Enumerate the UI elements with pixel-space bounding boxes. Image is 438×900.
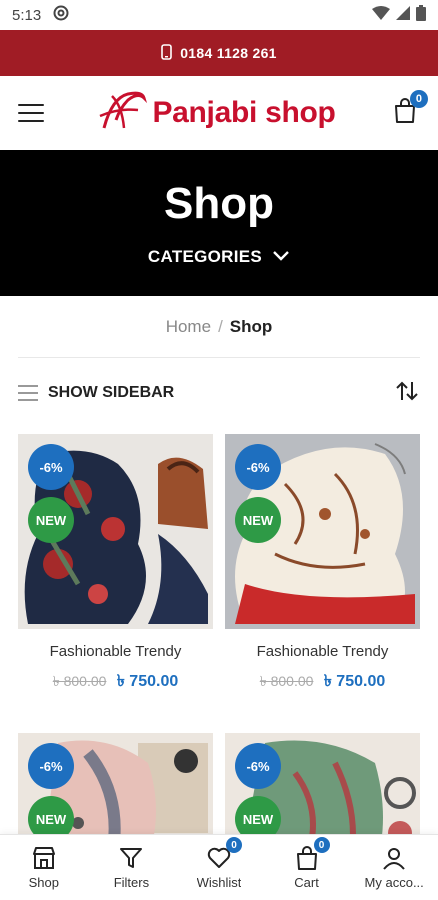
heart-icon: 0 [206,837,242,871]
sale-badge: -6% [28,444,74,490]
product-image[interactable]: -6% NEW [18,434,213,629]
nav-wishlist-label: Wishlist [196,875,242,890]
categories-dropdown[interactable]: CATEGORIES [148,247,290,267]
nav-cart-count-badge: 0 [313,837,330,853]
sale-badge: -6% [28,743,74,789]
breadcrumb-separator: / [218,316,223,336]
show-sidebar-label: SHOW SIDEBAR [48,384,175,401]
menu-icon[interactable] [18,104,44,122]
categories-label: CATEGORIES [147,247,263,266]
chevron-down-icon [272,247,290,267]
nav-filters-label: Filters [113,875,150,890]
shop-toolbar: SHOW SIDEBAR [0,358,438,428]
wishlist-count-badge: 0 [225,837,242,853]
phone-number[interactable]: 0184 1128 261 [180,45,277,61]
breadcrumb-current: Shop [229,316,273,336]
product-grid: -6% NEW Fashionable Trendy ৳ 800.00 ৳ 75… [0,428,438,900]
new-badge: NEW [28,497,74,543]
new-price: ৳ 750.00 [323,673,386,690]
page-title: Shop [164,179,274,228]
nav-account[interactable]: My acco... [354,845,434,890]
product-title[interactable]: Fashionable Trendy [225,643,420,660]
wifi-icon [372,6,390,24]
status-time: 5:13 [12,6,42,24]
nav-account-label: My acco... [364,875,424,890]
old-price: ৳ 800.00 [259,673,314,689]
new-badge: NEW [235,497,281,543]
sort-icon[interactable] [394,380,420,407]
nav-shop-label: Shop [28,875,59,890]
needle-logo-icon [98,88,148,139]
bottom-navigation: Shop Filters 0 Wishlist 0 Cart My acco..… [0,834,438,900]
site-header: Panjabi shop 0 [0,76,438,150]
phone-icon [161,43,173,63]
product-card[interactable]: -6% NEW Fashionable Trendy ৳ 800.00 ৳ 75… [18,434,213,695]
sidebar-lines-icon [18,385,38,401]
nav-wishlist[interactable]: 0 Wishlist [179,837,259,890]
battery-icon [416,5,426,25]
breadcrumb: Home / Shop [18,296,420,358]
logo-text: Panjabi shop [152,96,336,129]
page-hero: Shop CATEGORIES [0,150,438,296]
show-sidebar-button[interactable]: SHOW SIDEBAR [18,384,174,402]
cart-bag-icon: 0 [294,837,330,871]
product-title[interactable]: Fashionable Trendy [18,643,213,660]
nav-cart-label: Cart [294,875,319,890]
nav-cart[interactable]: 0 Cart [267,837,347,890]
signal-icon [396,6,410,24]
sale-badge: -6% [235,444,281,490]
product-card[interactable]: -6% NEW Fashionable Trendy ৳ 800.00 ৳ 75… [225,434,420,695]
product-price: ৳ 800.00 ৳ 750.00 [18,668,213,695]
site-logo[interactable]: Panjabi shop [98,88,336,139]
user-icon [381,845,407,871]
nav-filters[interactable]: Filters [91,845,171,890]
store-icon [31,845,57,871]
product-image[interactable]: -6% NEW [225,434,420,629]
cart-count-badge: 0 [409,90,428,108]
product-price: ৳ 800.00 ৳ 750.00 [225,668,420,695]
header-cart-button[interactable]: 0 [390,90,428,128]
old-price: ৳ 800.00 [52,673,107,689]
breadcrumb-home[interactable]: Home [166,317,211,337]
filter-icon [118,845,144,871]
nav-shop[interactable]: Shop [4,845,84,890]
status-bar: 5:13 [0,0,438,30]
new-price: ৳ 750.00 [116,673,179,690]
contact-bar: 0184 1128 261 [0,30,438,76]
at-sign-icon [53,5,69,25]
sale-badge: -6% [235,743,281,789]
